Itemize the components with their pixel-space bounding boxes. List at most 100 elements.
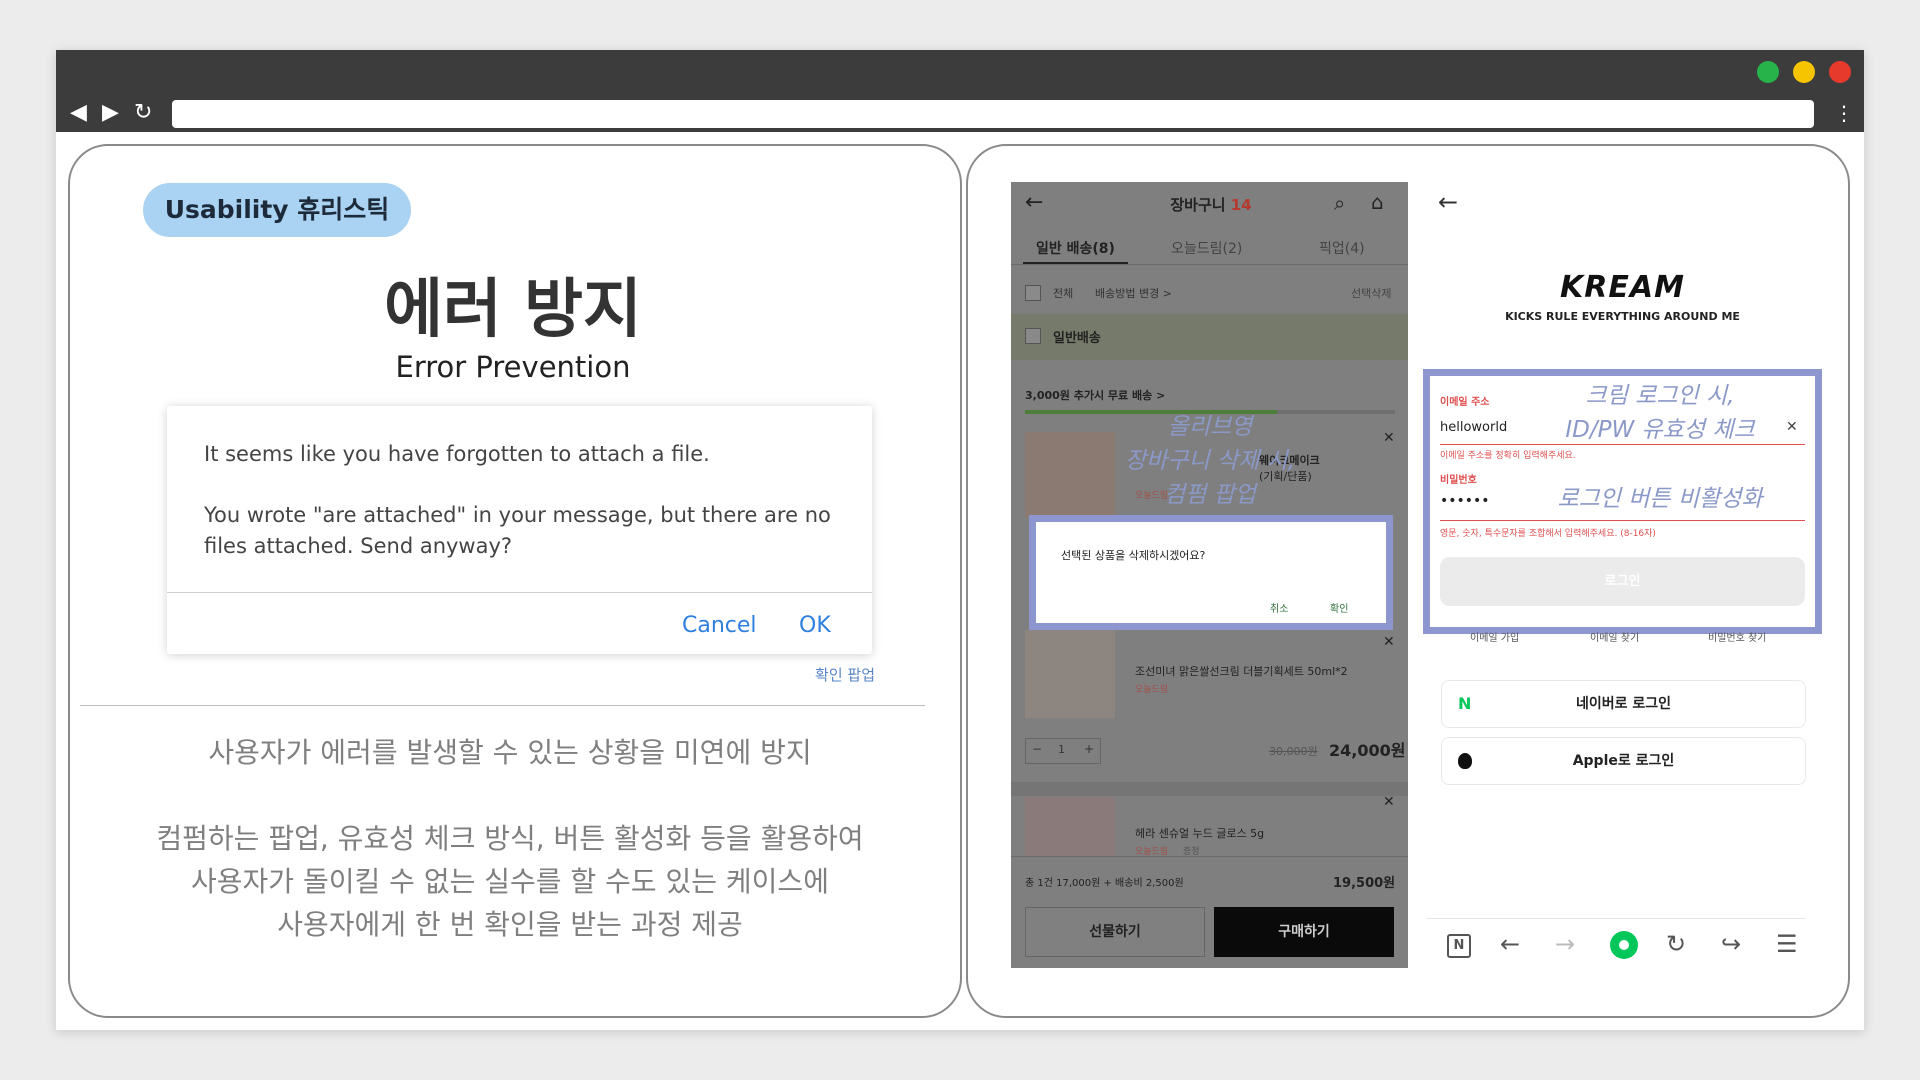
forward-icon[interactable]: ▶ [102, 100, 119, 126]
delete-confirm-popup: 선택된 상품을 삭제하시겠어요? 취소 확인 [1029, 515, 1393, 630]
remove-item-3-icon[interactable]: ✕ [1383, 794, 1395, 810]
reload-icon[interactable]: ↻ [134, 100, 152, 126]
sale-price: 24,000원 [1329, 741, 1406, 760]
kream-back-icon[interactable]: ← [1438, 188, 1458, 216]
more-menu-icon[interactable]: ⋮ [1834, 100, 1854, 126]
item3-name: 헤라 센슈얼 누드 글로스 5g [1135, 827, 1265, 840]
increase-qty-icon[interactable]: + [1084, 742, 1094, 756]
nav-forward-icon[interactable]: → [1555, 930, 1575, 958]
dialog-divider [167, 592, 872, 593]
delete-selected-link[interactable]: 선택삭제 [1351, 285, 1391, 301]
attachment-dialog: It seems like you have forgotten to atta… [167, 406, 872, 654]
section-checkbox[interactable] [1025, 328, 1041, 344]
naver-icon: N [1458, 694, 1472, 713]
back-icon[interactable]: ◀ [70, 100, 87, 126]
kream-annotation-line1: ID/PW 유효성 체크 [1565, 417, 1755, 443]
item2-tag: 오늘드림 [1135, 685, 1169, 695]
cart-count-badge: 14 [1230, 196, 1252, 214]
decrease-qty-icon[interactable]: − [1032, 742, 1042, 756]
quantity-stepper[interactable]: − 1 + [1025, 738, 1101, 764]
nav-reload-icon[interactable]: ↻ [1666, 930, 1686, 958]
nav-back-icon[interactable]: ← [1500, 930, 1520, 958]
remove-item-2-icon[interactable]: ✕ [1383, 634, 1395, 650]
close-dot-icon[interactable] [1829, 61, 1851, 83]
tab-today-delivery[interactable]: 오늘드림(2) [1171, 238, 1242, 258]
ok-button[interactable]: OK [799, 613, 831, 638]
password-error: 영문, 숫자, 특수문자를 조합해서 입력해주세요. (8-16자) [1440, 529, 1656, 539]
delete-cancel-button[interactable]: 취소 [1270, 600, 1288, 615]
naver-home-icon[interactable]: N [1447, 934, 1471, 958]
product-image-2 [1025, 630, 1115, 718]
home-icon[interactable]: ⌂ [1371, 190, 1384, 214]
dialog-caption: 확인 팝업 [815, 666, 875, 684]
kream-logo: KREAM [1560, 270, 1685, 305]
item2-name: 조선미녀 맑은쌀선크림 더블기획세트 50ml*2 [1135, 665, 1348, 678]
kream-annotation-title: 크림 로그인 시, [1585, 383, 1735, 409]
tab-divider [1011, 264, 1408, 265]
clear-email-icon[interactable]: ✕ [1786, 419, 1798, 435]
dialog-message: It seems like you have forgotten to atta… [204, 442, 710, 466]
cancel-button[interactable]: Cancel [682, 613, 757, 638]
product-image-3 [1025, 797, 1115, 857]
change-delivery-link[interactable]: 배송방법 변경 > [1095, 285, 1172, 301]
cart-header-title: 장바구니 14 [1121, 194, 1301, 215]
title-bar [56, 50, 1864, 96]
naver-login-button[interactable]: N 네이버로 로그인 [1441, 680, 1806, 728]
oliveyoung-annotation-line2: 컴펌 팝업 [1164, 482, 1256, 508]
kream-annotation-line2: 로그인 버튼 비활성화 [1557, 486, 1763, 512]
apple-login-label: Apple로 로그인 [1572, 753, 1675, 769]
oliveyoung-annotation-line1: 장바구니 삭제 시, [1124, 448, 1296, 474]
nav-share-icon[interactable]: ↪ [1721, 930, 1741, 958]
email-label: 이메일 주소 [1440, 397, 1490, 408]
buy-button[interactable]: 구매하기 [1214, 907, 1394, 957]
email-input[interactable]: helloworld [1440, 420, 1507, 435]
find-password-link[interactable]: 비밀번호 찾기 [1708, 629, 1766, 644]
free-shipping-notice[interactable]: 3,000원 추가시 무료 배송 > [1025, 387, 1165, 403]
login-button[interactable]: 로그인 [1440, 557, 1805, 606]
order-total: 19,500원 [1333, 876, 1396, 891]
maximize-dot-icon[interactable] [1757, 61, 1779, 83]
delete-ok-button[interactable]: 확인 [1330, 600, 1348, 615]
select-all-label: 전체 [1053, 287, 1074, 300]
apple-login-button[interactable]: Apple로 로그인 [1441, 737, 1806, 785]
dialog-detail-line2: files attached. Send anyway? [204, 534, 513, 558]
apple-icon [1458, 753, 1472, 769]
oliveyoung-annotation-title: 올리브영 [1167, 414, 1253, 440]
find-email-link[interactable]: 이메일 찾기 [1590, 629, 1639, 644]
tab-pickup[interactable]: 픽업(4) [1319, 238, 1365, 258]
select-all-checkbox[interactable] [1025, 285, 1041, 301]
gift-button[interactable]: 선물하기 [1025, 907, 1205, 957]
password-input[interactable]: •••••• [1440, 493, 1490, 509]
page-subtitle: Error Prevention [395, 350, 631, 384]
description-line2: 사용자가 돌이킬 수 없는 실수를 할 수도 있는 케이스에 [191, 865, 829, 898]
search-icon[interactable]: ⌕ [1334, 191, 1345, 215]
nav-menu-icon[interactable]: ☰ [1776, 930, 1798, 958]
password-underline [1440, 520, 1805, 521]
address-bar[interactable] [172, 100, 1814, 128]
heuristic-badge: Usability 휴리스틱 [143, 183, 411, 237]
kream-slogan: KICKS RULE EVERYTHING AROUND ME [1505, 310, 1740, 323]
description-line1: 컴펌하는 팝업, 유효성 체크 방식, 버튼 활성화 등을 활용하여 [156, 822, 864, 855]
minimize-dot-icon[interactable] [1793, 61, 1815, 83]
dialog-detail-line1: You wrote "are attached" in your message… [204, 503, 831, 527]
tab-standard-delivery[interactable]: 일반 배송(8) [1036, 238, 1115, 258]
password-label: 비밀번호 [1440, 475, 1477, 486]
cart-title-text: 장바구니 [1170, 196, 1226, 214]
browser-bottom-divider [1426, 918, 1806, 919]
green-dot-icon[interactable] [1610, 931, 1638, 959]
delete-confirm-message: 선택된 상품을 삭제하시겠어요? [1061, 549, 1206, 562]
remove-item-1-icon[interactable]: ✕ [1383, 430, 1395, 446]
product-image-1 [1025, 432, 1115, 518]
original-price: 30,000원 [1269, 745, 1318, 758]
qty-value: 1 [1058, 743, 1065, 756]
order-summary: 총 1건 17,000원 + 배송비 2,500원 [1025, 878, 1184, 889]
signup-link[interactable]: 이메일 가입 [1470, 629, 1519, 644]
description-summary: 사용자가 에러를 발생할 수 있는 상황을 미연에 방지 [208, 736, 812, 769]
section-title: 일반배송 [1053, 331, 1101, 346]
section-divider [80, 705, 925, 706]
email-error: 이메일 주소를 정확히 입력해주세요. [1440, 451, 1576, 461]
cart-back-icon[interactable]: ← [1025, 190, 1043, 215]
browser-toolbar: ◀ ▶ ↻ ⋮ [56, 96, 1864, 132]
item-separator [1011, 782, 1408, 796]
summary-divider [1011, 856, 1408, 857]
